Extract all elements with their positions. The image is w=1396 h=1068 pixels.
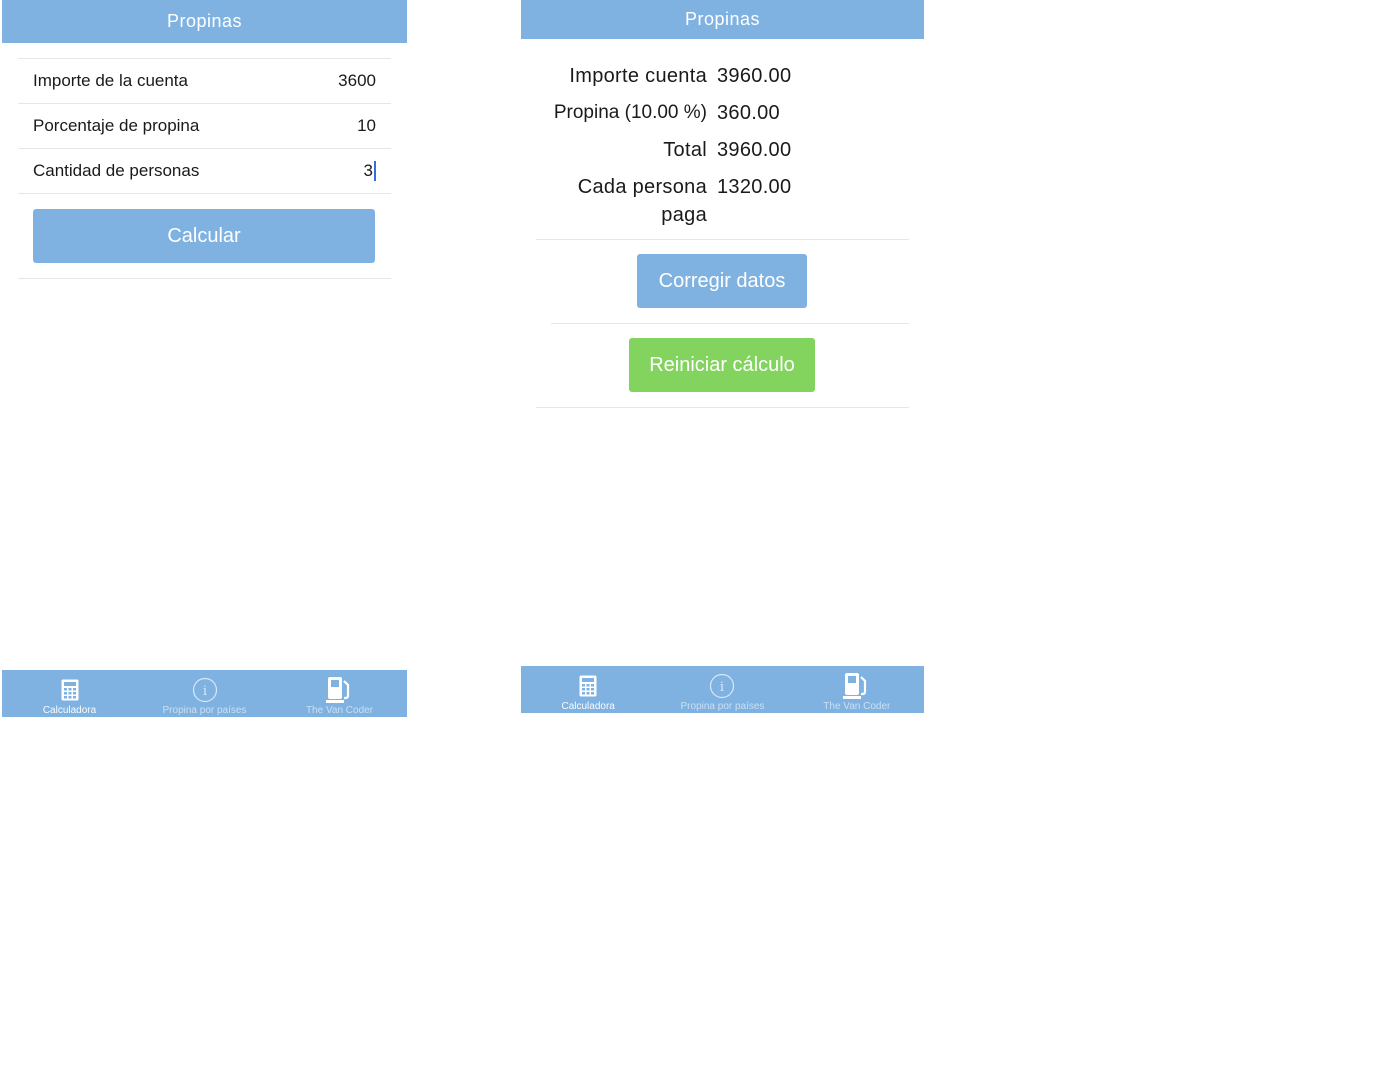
divider	[536, 407, 909, 408]
tab-propina-por-paises[interactable]: i Propina por países	[655, 666, 789, 713]
tab-label: Propina por países	[680, 701, 765, 712]
tip-percent-label: Porcentaje de propina	[33, 116, 200, 135]
result-label: Propina (10.00 %)	[553, 102, 707, 123]
svg-text:i: i	[202, 684, 206, 699]
tip-percent-row[interactable]: Porcentaje de propina 10	[18, 104, 391, 149]
result-label: Importe cuenta	[569, 65, 707, 87]
result-value: 3960.00	[717, 65, 792, 87]
tab-the-van-coder[interactable]: The Van Coder	[790, 666, 924, 713]
nav-bar: Propinas	[2, 0, 407, 43]
tab-label: Calculadora	[42, 705, 97, 716]
bill-amount-label: Importe de la cuenta	[33, 71, 188, 90]
tip-form: Importe de la cuenta 3600 Porcentaje de …	[18, 58, 391, 279]
result-row: Total 3960.00	[536, 136, 909, 164]
result-value: 3960.00	[717, 139, 792, 161]
divider	[551, 323, 909, 324]
calculator-icon	[61, 676, 79, 704]
result-label: Total	[663, 139, 707, 161]
results-list: Importe cuenta 3960.00 Propina (10.00 %)…	[536, 62, 909, 238]
results-screen: Propinas Importe cuenta 3960.00 Propina …	[521, 0, 924, 713]
tab-label: The Van Coder	[305, 705, 374, 716]
result-row: Importe cuenta 3960.00	[536, 62, 909, 90]
tab-bar: Calculadora i Propina por países The Van…	[521, 666, 924, 713]
nav-title: Propinas	[684, 9, 761, 29]
tab-calculadora[interactable]: Calculadora	[521, 666, 655, 713]
fuel-pump-icon	[325, 676, 355, 704]
info-icon: i	[192, 676, 218, 704]
people-count-label: Cantidad de personas	[33, 161, 200, 180]
tab-label: Calculadora	[561, 701, 615, 712]
result-label: Cada persona paga	[577, 176, 707, 226]
result-value: 1320.00	[717, 176, 792, 198]
tab-propina-por-paises[interactable]: i Propina por países	[137, 670, 272, 717]
tab-the-van-coder[interactable]: The Van Coder	[272, 670, 407, 717]
calc-button-row: Calcular	[18, 194, 391, 279]
reset-button[interactable]: Reiniciar cálculo	[629, 338, 815, 392]
people-count-row[interactable]: Cantidad de personas 3	[18, 149, 391, 194]
edit-data-button[interactable]: Corregir datos	[637, 254, 807, 308]
text-caret	[374, 161, 376, 182]
calculator-icon	[579, 672, 597, 700]
tab-bar: Calculadora i Propina por países The Van…	[2, 670, 407, 717]
calculate-button[interactable]: Calcular	[33, 209, 375, 263]
nav-title: Propinas	[166, 11, 243, 31]
svg-text:i: i	[720, 680, 724, 695]
tab-calculadora[interactable]: Calculadora	[2, 670, 137, 717]
tab-label: Propina por países	[162, 705, 247, 716]
divider	[536, 239, 909, 240]
calculator-screen: Propinas Importe de la cuenta 3600 Porce…	[2, 0, 407, 717]
result-value: 360.00	[717, 102, 780, 124]
bill-amount-input[interactable]: 3600	[338, 71, 376, 91]
result-row: Propina (10.00 %) 360.00	[536, 99, 909, 127]
result-row: Cada persona paga 1320.00	[536, 173, 909, 229]
bill-amount-row[interactable]: Importe de la cuenta 3600	[18, 59, 391, 104]
people-count-input[interactable]: 3	[364, 161, 373, 180]
tab-label: The Van Coder	[823, 701, 891, 712]
info-icon: i	[709, 672, 735, 700]
people-count-field[interactable]: 3	[364, 161, 376, 182]
nav-bar: Propinas	[521, 0, 924, 39]
tip-percent-input[interactable]: 10	[357, 116, 376, 136]
fuel-pump-icon	[842, 672, 872, 700]
